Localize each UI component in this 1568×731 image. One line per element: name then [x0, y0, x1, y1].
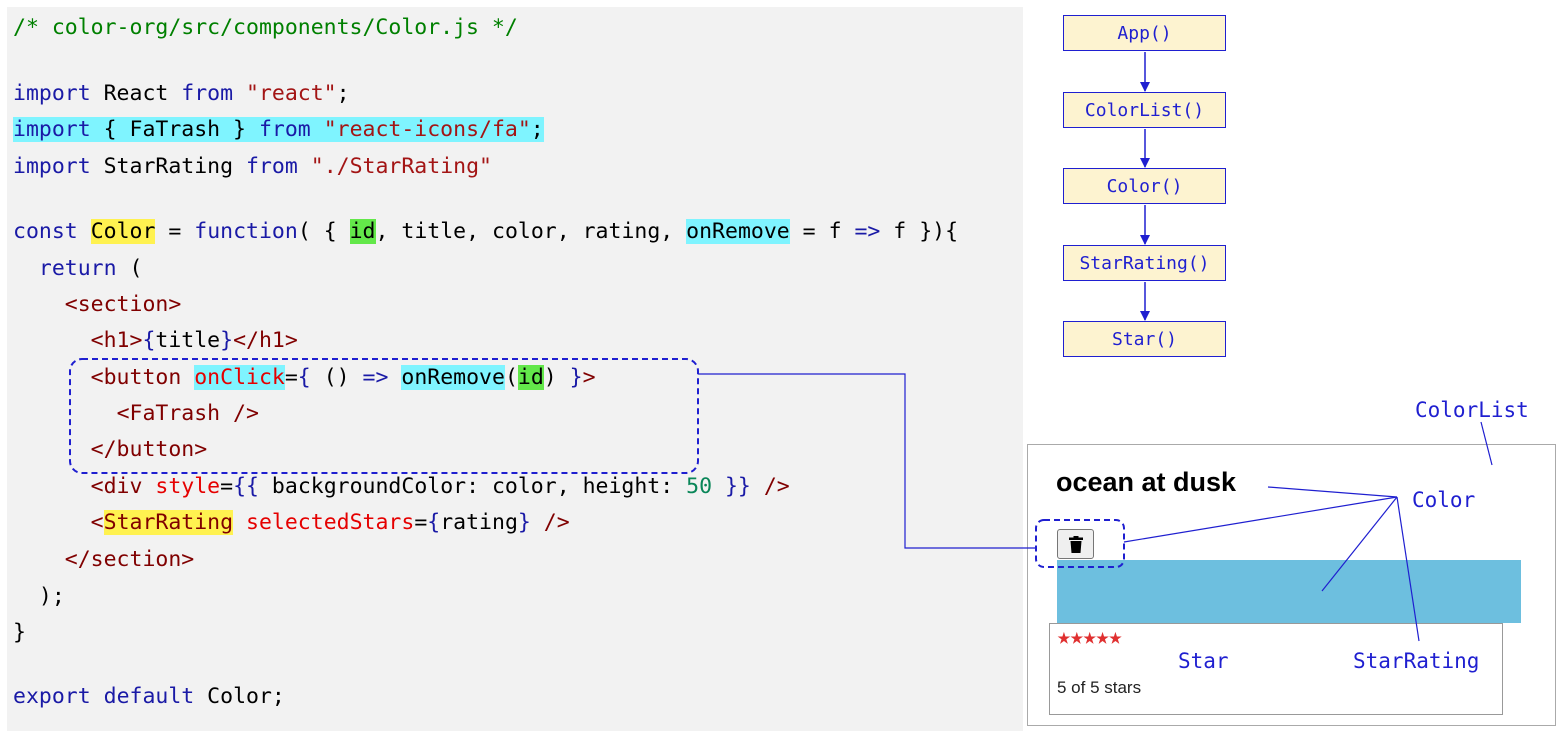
callout-connector — [698, 373, 1036, 549]
connector-overlay — [69, 52, 1493, 642]
colorlist-pointer — [1480, 421, 1493, 466]
color-pointer-swatch — [1321, 496, 1398, 592]
color-pointer-title — [1267, 486, 1398, 498]
button-preview-callout — [1035, 519, 1125, 568]
color-pointer-starrating — [1396, 496, 1420, 642]
button-code-callout — [69, 358, 699, 474]
color-pointer-button — [1123, 496, 1398, 543]
